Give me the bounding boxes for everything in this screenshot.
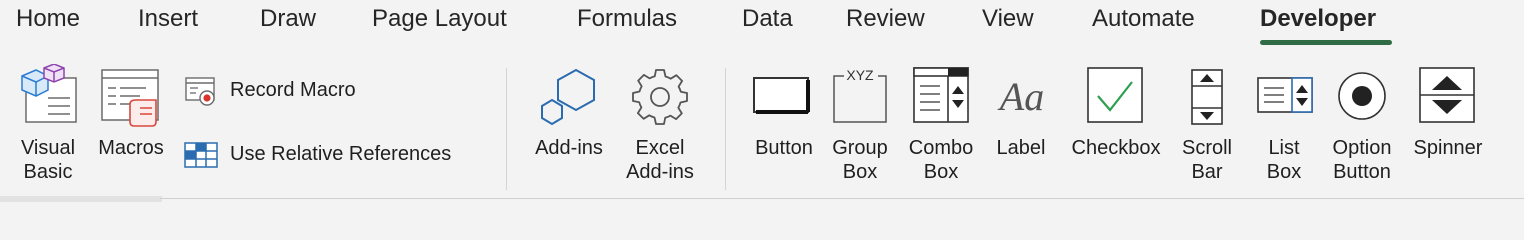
macros-label: Macros bbox=[98, 137, 164, 159]
excel-add-ins-button[interactable]: Excel Add-ins bbox=[616, 64, 704, 184]
list-box-label-line1: List bbox=[1268, 137, 1300, 159]
list-box-control[interactable]: List Box bbox=[1252, 64, 1316, 184]
group-box-label-line1: Group bbox=[832, 137, 888, 159]
button-control-icon bbox=[753, 77, 810, 114]
combo-box-label-line1: Combo bbox=[908, 137, 974, 159]
combo-box-label-line2: Box bbox=[923, 161, 959, 183]
scroll-bar-label-line2: Bar bbox=[1191, 161, 1223, 183]
macros-button[interactable]: Macros bbox=[92, 64, 170, 174]
relative-references-icon bbox=[184, 142, 218, 168]
active-tab-indicator bbox=[1260, 40, 1392, 45]
add-ins-button[interactable]: Add-ins bbox=[524, 64, 614, 174]
combo-box-control[interactable]: Combo Box bbox=[902, 64, 980, 184]
group-separator bbox=[506, 68, 507, 190]
tab-view[interactable]: View bbox=[982, 4, 1034, 34]
scroll-bar-control[interactable]: Scroll Bar bbox=[1176, 64, 1238, 184]
form-button-control[interactable]: Button bbox=[748, 64, 820, 174]
macros-icon bbox=[101, 69, 159, 127]
spinner-label: Spinner bbox=[1413, 137, 1483, 159]
visual-basic-icon bbox=[21, 64, 77, 123]
option-button-icon bbox=[1338, 72, 1386, 120]
checkbox-control[interactable]: Checkbox bbox=[1064, 64, 1168, 174]
use-relative-references-button[interactable]: Use Relative References bbox=[184, 138, 484, 172]
excel-add-ins-label-line2: Add-ins bbox=[626, 161, 694, 183]
group-box-label-line2: Box bbox=[842, 161, 878, 183]
record-macro-icon bbox=[185, 77, 215, 106]
tab-formulas[interactable]: Formulas bbox=[577, 4, 677, 34]
gear-icon bbox=[632, 69, 688, 125]
group-box-icon-text: XYZ bbox=[846, 67, 874, 83]
developer-ribbon: Visual Basic Macros Record Macro Use Rel… bbox=[0, 46, 1524, 196]
option-button-control[interactable]: Option Button bbox=[1324, 64, 1400, 184]
tab-review[interactable]: Review bbox=[846, 4, 925, 34]
option-button-label-line2: Button bbox=[1333, 161, 1391, 183]
visual-basic-button[interactable]: Visual Basic bbox=[10, 64, 86, 184]
list-box-icon bbox=[1257, 77, 1313, 113]
spinner-control[interactable]: Spinner bbox=[1406, 64, 1490, 174]
tab-automate[interactable]: Automate bbox=[1092, 4, 1195, 34]
group-separator bbox=[725, 68, 726, 190]
add-ins-icon bbox=[541, 68, 595, 126]
label-icon-text: Aa bbox=[997, 74, 1044, 119]
tab-developer[interactable]: Developer bbox=[1260, 4, 1376, 34]
add-ins-label: Add-ins bbox=[535, 137, 603, 159]
checkbox-icon bbox=[1087, 67, 1143, 123]
scroll-bar-label-line1: Scroll bbox=[1181, 137, 1232, 159]
group-box-icon: XYZ bbox=[833, 67, 887, 123]
tab-home[interactable]: Home bbox=[16, 4, 80, 34]
record-macro-button[interactable]: Record Macro bbox=[184, 74, 384, 108]
tab-data[interactable]: Data bbox=[742, 4, 793, 34]
record-macro-label: Record Macro bbox=[230, 79, 356, 101]
list-box-label-line2: Box bbox=[1266, 161, 1302, 183]
label-control-label: Label bbox=[996, 137, 1046, 159]
label-icon: Aa bbox=[997, 74, 1044, 119]
checkbox-label: Checkbox bbox=[1071, 137, 1161, 159]
button-control-label: Button bbox=[755, 137, 813, 159]
ribbon-bottom-border bbox=[160, 198, 1524, 199]
visual-basic-label-line2: Basic bbox=[23, 161, 73, 183]
spinner-icon bbox=[1419, 67, 1475, 123]
sheet-area-edge bbox=[0, 196, 162, 202]
scroll-bar-icon bbox=[1191, 69, 1223, 125]
ribbon-tab-bar: Home Insert Draw Page Layout Formulas Da… bbox=[0, 0, 1524, 46]
tab-page-layout[interactable]: Page Layout bbox=[372, 4, 507, 34]
label-control[interactable]: Aa Label bbox=[988, 64, 1054, 174]
tab-draw[interactable]: Draw bbox=[260, 4, 316, 34]
combo-box-icon bbox=[913, 67, 969, 123]
use-relative-references-label: Use Relative References bbox=[230, 143, 452, 165]
option-button-label-line1: Option bbox=[1332, 137, 1392, 159]
tab-insert[interactable]: Insert bbox=[138, 4, 198, 34]
excel-add-ins-label-line1: Excel bbox=[635, 137, 685, 159]
group-box-control[interactable]: XYZ Group Box bbox=[826, 64, 894, 184]
visual-basic-label-line1: Visual bbox=[20, 137, 76, 159]
